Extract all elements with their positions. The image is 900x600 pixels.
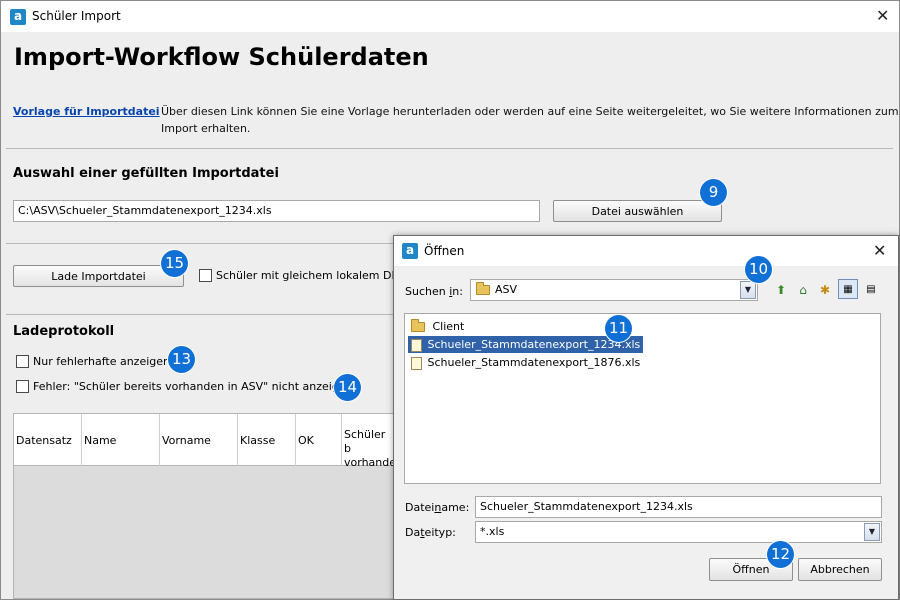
column-header-ok[interactable]: OK [296,414,342,466]
callout-badge-9: 9 [700,179,727,206]
window-title: Schüler Import [32,9,121,23]
list-item[interactable]: Schueler_Stammdatenexport_1234.xls [408,336,644,353]
file-icon [411,338,422,352]
list-view-icon[interactable]: ▦ [838,279,858,299]
dialog-close-icon[interactable]: ✕ [873,243,886,259]
hide-existing-checkbox[interactable] [16,380,29,393]
template-description-line-2: Import erhalten. [161,122,251,135]
column-header-schueler-line-2: vorhande [344,456,397,469]
look-in-value: ASV [495,283,518,296]
filetype-select[interactable]: *.xls ▼ [475,521,882,543]
protocol-section-title: Ladeprotokoll [13,324,115,339]
template-description-line-1: Über diesen Link können Sie eine Vorlage… [161,105,899,118]
column-header-datensatz[interactable]: Datensatz [14,414,82,466]
same-dm-checkbox[interactable] [199,269,212,282]
app-logo-icon: a [402,243,418,259]
home-icon[interactable]: ⌂ [793,280,813,300]
column-header-schueler-vorhanden[interactable]: Schüler b vorhande [342,414,396,469]
folder-icon [411,319,425,332]
title-bar: a Schüler Import ✕ [1,1,899,32]
only-errors-checkbox[interactable] [16,355,29,368]
choose-file-button[interactable]: Datei auswählen [553,200,722,222]
callout-badge-13: 13 [168,346,195,373]
column-header-klasse[interactable]: Klasse [238,414,296,466]
load-import-file-button[interactable]: Lade Importdatei [13,265,184,287]
callout-badge-12: 12 [767,541,794,568]
filename-input[interactable]: Schueler_Stammdatenexport_1234.xls [475,496,882,518]
divider [6,314,394,315]
divider [6,148,893,149]
only-errors-label: Nur fehlerhafte anzeigen [33,355,170,368]
folder-icon [476,280,490,300]
import-file-path-field[interactable]: C:\ASV\Schueler_Stammdatenexport_1234.xl… [13,200,540,222]
app-logo-icon: a [10,9,26,25]
protocol-table-header: Datensatz Name Vorname Klasse OK Schüler… [14,414,396,469]
dialog-title: Öffnen [424,244,465,258]
filename-label: Dateiname: [405,501,470,514]
template-link[interactable]: Vorlage für Importdatei [13,105,160,118]
chevron-down-icon[interactable]: ▼ [864,523,880,541]
file-select-section-title: Auswahl einer gefüllten Importdatei [13,166,279,181]
callout-badge-10: 10 [745,256,772,283]
callout-badge-14: 14 [334,374,361,401]
callout-badge-15: 15 [161,250,188,277]
file-icon [411,356,422,370]
divider [6,243,394,244]
close-icon[interactable]: ✕ [876,8,889,24]
protocol-table[interactable]: Datensatz Name Vorname Klasse OK Schüler… [13,413,396,599]
filetype-label: Dateityp: [405,526,456,539]
template-description: Über diesen Link können Sie eine Vorlage… [161,103,899,137]
chevron-down-icon[interactable]: ▼ [740,281,756,299]
cancel-button[interactable]: Abbrechen [798,558,882,581]
column-header-schueler-line-1: Schüler b [344,428,386,455]
dialog-title-bar: a Öffnen ✕ [394,236,898,266]
look-in-label: Suchen in: [405,285,463,298]
list-item[interactable]: Client [408,318,467,335]
filetype-value: *.xls [480,525,505,538]
hide-existing-label: Fehler: "Schüler bereits vorhanden in AS… [33,380,353,393]
look-in-combo[interactable]: ASV ▼ [470,279,758,301]
open-file-dialog: a Öffnen ✕ Suchen in: ASV ▼ 10 ⬆ ⌂ ✱ ▦ ▤… [393,235,899,600]
list-item[interactable]: Schueler_Stammdatenexport_1876.xls [408,354,643,371]
up-folder-icon[interactable]: ⬆ [771,280,791,300]
column-header-vorname[interactable]: Vorname [160,414,238,466]
callout-badge-11: 11 [605,315,632,342]
file-list[interactable]: Client Schueler_Stammdatenexport_1234.xl… [404,313,881,484]
new-folder-icon[interactable]: ✱ [815,280,835,300]
details-view-icon[interactable]: ▤ [861,280,881,300]
page-title: Import-Workflow Schülerdaten [14,43,429,71]
column-header-name[interactable]: Name [82,414,160,466]
same-dm-checkbox-label: Schüler mit gleichem lokalem DM a [216,269,412,282]
